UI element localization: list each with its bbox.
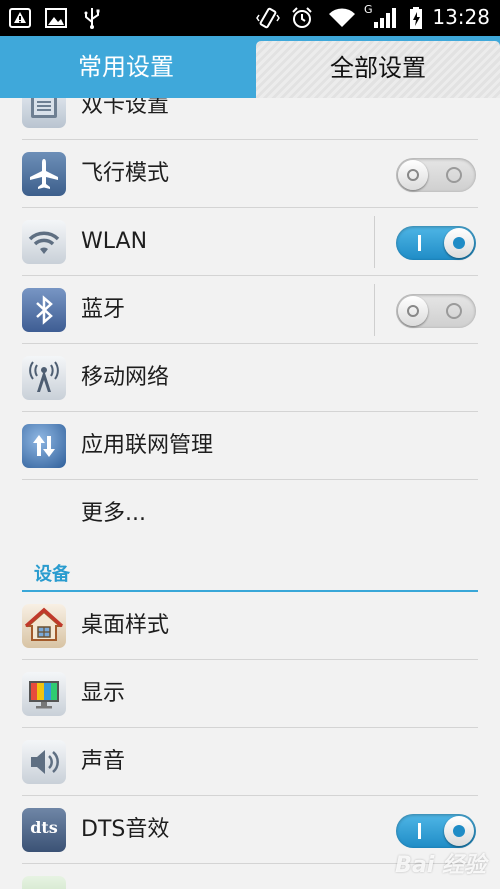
tab-all-settings[interactable]: 全部设置 [256,41,500,98]
wlan-toggle[interactable] [396,226,476,260]
setting-item-mobile-network[interactable]: 移动网络 [0,344,500,412]
setting-label: 显示 [81,681,126,706]
setting-label: WLAN [81,229,148,254]
setting-item-dual-sim[interactable]: 双卡设置 [0,98,500,140]
setting-label: 双卡设置 [81,98,170,118]
settings-list[interactable]: 双卡设置 飞行模式 WLAN 蓝牙 移动网络 应用联网管理 更多... 设备 桌… [0,98,500,889]
setting-item-more[interactable]: 更多... [0,480,500,548]
setting-item-airplane-mode[interactable]: 飞行模式 [0,140,500,208]
setting-item-wlan[interactable]: WLAN [0,208,500,276]
alarm-icon [292,7,312,28]
airplane-mode-toggle[interactable] [396,158,476,192]
section-title: 设备 [34,564,70,585]
image-icon [45,8,67,28]
setting-item-desktop-style[interactable]: 桌面样式 [0,592,500,660]
airplane-icon [22,152,66,196]
setting-item-bluetooth[interactable]: 蓝牙 [0,276,500,344]
settings-tabs: 常用设置 全部设置 [0,36,500,98]
setting-item-app-network-management[interactable]: 应用联网管理 [0,412,500,480]
clock: 13:28 [432,5,490,29]
setting-item-display[interactable]: 显示 [0,660,500,728]
watermark: Bai 经验 [395,853,486,878]
setting-label: DTS音效 [81,817,170,842]
usb-icon [84,8,100,29]
dts-icon-text: dts [30,818,58,837]
dual-sim-icon [22,98,66,128]
setting-label: 移动网络 [81,365,170,390]
setting-label: 更多... [81,501,146,526]
mobile-network-icon [22,356,66,400]
setting-label: 桌面样式 [81,613,170,638]
partial-icon [22,876,66,889]
display-icon [22,672,66,716]
setting-label: 蓝牙 [81,297,126,322]
battery-charging-icon [410,7,422,29]
wifi-signal-icon [329,8,355,27]
speaker-icon [22,740,66,784]
warning-icon [9,8,31,28]
home-icon [22,604,66,648]
setting-label: 声音 [81,749,126,774]
setting-item-sound[interactable]: 声音 [0,728,500,796]
dts-sound-toggle[interactable] [396,814,476,848]
wifi-icon [22,220,66,264]
bluetooth-icon [22,288,66,332]
cell-signal-icon [374,8,396,28]
dts-icon: dts [22,808,66,852]
setting-label: 飞行模式 [81,161,170,186]
vibrate-icon [256,7,280,29]
network-manage-icon [22,424,66,468]
setting-label: 应用联网管理 [81,433,214,458]
bluetooth-toggle[interactable] [396,294,476,328]
status-bar: G 13:28 [0,0,500,36]
section-header-device: 设备 [0,552,500,592]
tab-common-settings[interactable]: 常用设置 [0,36,252,98]
